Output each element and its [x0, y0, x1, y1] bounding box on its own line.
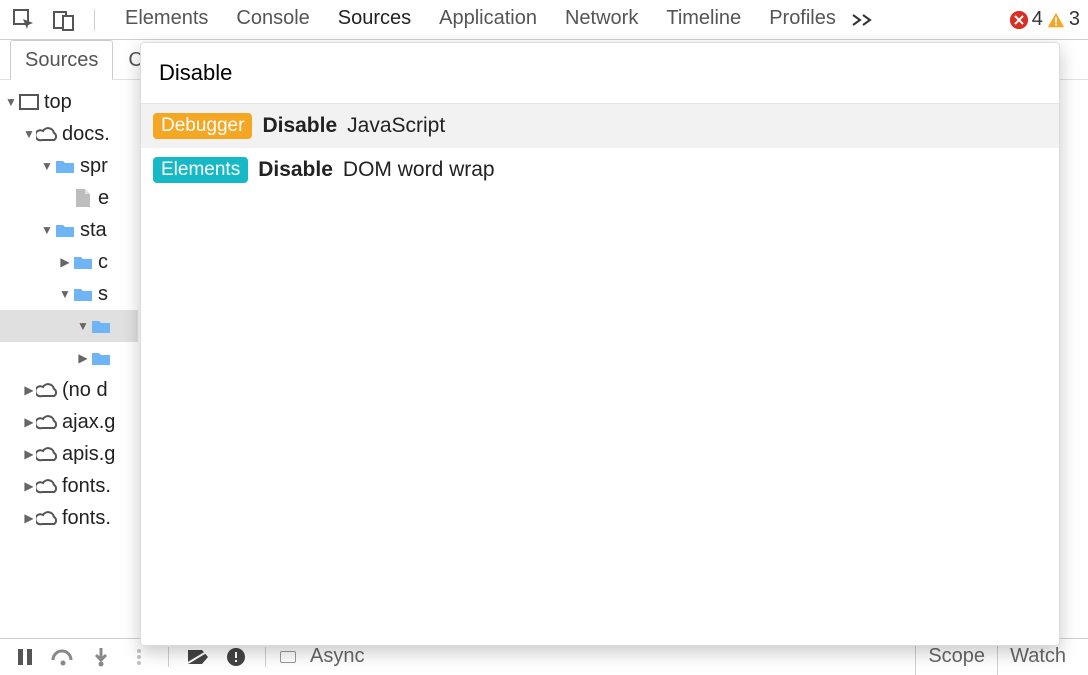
frame-icon	[18, 94, 40, 110]
step-over-icon[interactable]	[48, 643, 78, 671]
file-tree[interactable]: top docs. spr e sta cs (no d ajax.g apis.g fonts.…	[0, 80, 138, 638]
tabs-overflow-icon[interactable]	[850, 0, 874, 40]
command-category-tag: Elements	[153, 157, 248, 183]
folder-icon	[72, 286, 94, 302]
sec-tab-sources[interactable]: Sources	[10, 40, 113, 80]
tree-item[interactable]: (no d	[0, 374, 138, 406]
folder-icon	[54, 222, 76, 238]
disclosure-triangle-icon[interactable]	[22, 415, 36, 429]
async-checkbox[interactable]	[280, 651, 296, 663]
folder-icon	[90, 350, 112, 366]
tree-item[interactable]: apis.g	[0, 438, 138, 470]
disclosure-triangle-icon[interactable]	[22, 127, 36, 141]
disclosure-triangle-icon[interactable]	[76, 319, 90, 333]
disclosure-triangle-icon[interactable]	[22, 511, 36, 525]
folder-icon	[90, 318, 112, 334]
pause-exceptions-icon[interactable]	[221, 643, 251, 671]
tree-item[interactable]	[0, 342, 138, 374]
tree-item-label: c	[98, 251, 108, 274]
tree-item-label: fonts.	[62, 507, 111, 530]
tree-item[interactable]: spr	[0, 150, 138, 182]
warning-count: 3	[1069, 8, 1080, 31]
pause-icon[interactable]	[10, 643, 40, 671]
separator	[168, 647, 169, 667]
step-out-icon[interactable]	[124, 643, 154, 671]
disclosure-triangle-icon[interactable]	[58, 255, 72, 269]
file-icon	[72, 188, 94, 208]
disclosure-triangle-icon[interactable]	[4, 95, 18, 109]
disclosure-triangle-icon[interactable]	[22, 479, 36, 493]
main-tabs: Elements Console Sources Application Net…	[111, 0, 990, 40]
command-item[interactable]: Debugger Disable JavaScript	[141, 104, 1059, 148]
command-match-text: Disable	[258, 158, 333, 182]
tree-item-label: fonts.	[62, 475, 111, 498]
tree-item[interactable]: c	[0, 246, 138, 278]
top-toolbar: Elements Console Sources Application Net…	[0, 0, 1088, 40]
command-menu: DebuggerDisable JavaScriptElementsDisabl…	[140, 42, 1060, 646]
device-toggle-icon[interactable]	[50, 6, 78, 34]
disclosure-triangle-icon[interactable]	[40, 159, 54, 173]
tab-console[interactable]: Console	[222, 0, 323, 40]
tree-item[interactable]: s	[0, 278, 138, 310]
tree-item-label: docs.	[62, 123, 110, 146]
tree-item[interactable]: top	[0, 86, 138, 118]
command-category-tag: Debugger	[153, 113, 252, 139]
inspect-icon[interactable]	[10, 6, 38, 34]
tree-item[interactable]: fonts.	[0, 502, 138, 534]
tree-item-label: apis.g	[62, 443, 115, 466]
warning-icon	[1047, 11, 1065, 29]
folder-icon	[72, 254, 94, 270]
command-input[interactable]	[141, 43, 1059, 103]
command-item[interactable]: Elements Disable DOM word wrap	[141, 148, 1059, 192]
tab-elements[interactable]: Elements	[111, 0, 222, 40]
tree-item[interactable]	[0, 310, 138, 342]
cloud-icon	[36, 126, 58, 142]
cloud-icon	[36, 510, 58, 526]
command-rest-text: JavaScript	[347, 114, 445, 138]
tab-network[interactable]: Network	[551, 0, 652, 40]
separator	[265, 647, 266, 667]
tab-profiles[interactable]: Profiles	[755, 0, 850, 40]
cloud-icon	[36, 446, 58, 462]
step-into-icon[interactable]	[86, 643, 116, 671]
deactivate-breakpoints-icon[interactable]	[183, 643, 213, 671]
tree-item-label: top	[44, 91, 72, 114]
tree-item-label: spr	[80, 155, 108, 178]
tree-item[interactable]: sta	[0, 214, 138, 246]
disclosure-triangle-icon[interactable]	[22, 447, 36, 461]
command-match-text: Disable	[262, 114, 337, 138]
tree-item-label: ajax.g	[62, 411, 115, 434]
tab-application[interactable]: Application	[425, 0, 551, 40]
tab-timeline[interactable]: Timeline	[652, 0, 755, 40]
tree-item[interactable]: e	[0, 182, 138, 214]
error-icon	[1010, 11, 1028, 29]
tree-item-label: sta	[80, 219, 107, 242]
tree-item[interactable]: fonts.	[0, 470, 138, 502]
tree-item[interactable]: ajax.g	[0, 406, 138, 438]
tree-item-label: (no d	[62, 379, 108, 402]
error-count: 4	[1032, 8, 1043, 31]
cloud-icon	[36, 382, 58, 398]
disclosure-triangle-icon[interactable]	[22, 383, 36, 397]
status-badges[interactable]: 4 3	[1010, 8, 1080, 31]
tree-item-label: e	[98, 187, 109, 210]
tree-item-label: s	[98, 283, 108, 306]
tree-item[interactable]: docs.	[0, 118, 138, 150]
cloud-icon	[36, 414, 58, 430]
command-rest-text: DOM word wrap	[343, 158, 495, 182]
tab-sources[interactable]: Sources	[324, 0, 425, 40]
separator	[94, 9, 95, 31]
disclosure-triangle-icon[interactable]	[40, 223, 54, 237]
cloud-icon	[36, 478, 58, 494]
disclosure-triangle-icon[interactable]	[76, 351, 90, 365]
async-label: Async	[310, 645, 364, 668]
command-results: DebuggerDisable JavaScriptElementsDisabl…	[141, 104, 1059, 192]
disclosure-triangle-icon[interactable]	[58, 287, 72, 301]
folder-icon	[54, 158, 76, 174]
